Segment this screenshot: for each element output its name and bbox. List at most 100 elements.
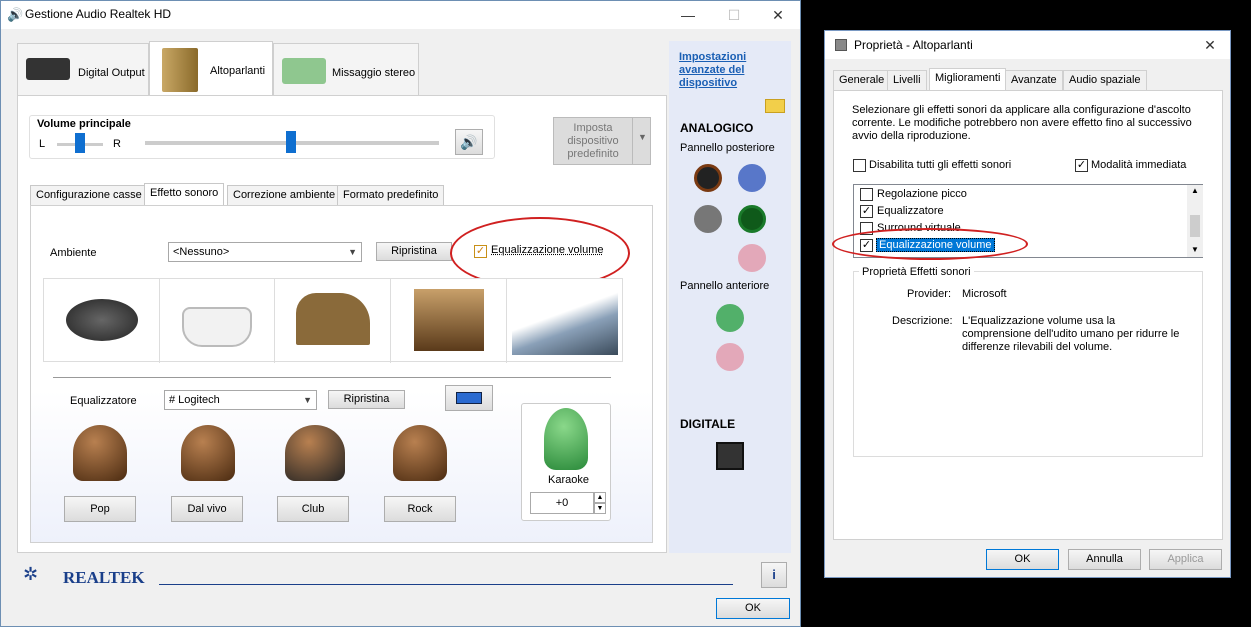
jack-rear-green[interactable]	[738, 205, 766, 233]
karaoke-value-field[interactable]: +0	[530, 492, 594, 514]
maximize-button[interactable]: ☐	[711, 1, 757, 29]
realtek-window: 🔊 Gestione Audio Realtek HD — ☐ ✕ Digita…	[0, 0, 801, 627]
ambient-select[interactable]: <Nessuno> ▼	[168, 242, 362, 262]
disable-all-checkbox[interactable]	[853, 159, 866, 172]
divider	[506, 279, 507, 363]
description-label: Descrizione:	[892, 315, 953, 327]
cancel-button[interactable]: Annulla	[1068, 549, 1141, 570]
jack-front-pink[interactable]	[716, 343, 744, 371]
jack-rear-gray[interactable]	[694, 205, 722, 233]
set-default-device-button[interactable]: Imposta dispositivo predefinito ▼	[553, 117, 651, 165]
divider	[159, 584, 733, 585]
provider-label: Provider:	[907, 288, 952, 300]
graphic-eq-button[interactable]	[445, 385, 493, 411]
effect-properties-group	[853, 271, 1203, 457]
realtek-logo: REALTEK	[63, 568, 145, 587]
scrollbar[interactable]: ▲ ▼	[1187, 185, 1203, 257]
connector-pane	[669, 41, 791, 553]
chevron-down-icon[interactable]: ▼	[1191, 245, 1199, 254]
preset-club-button[interactable]: Club	[277, 496, 349, 522]
tab-general[interactable]: Generale	[833, 70, 891, 90]
front-panel-label: Pannello anteriore	[680, 280, 770, 292]
stone-icon[interactable]	[66, 299, 138, 341]
dialog-title: Proprietà - Altoparlanti	[854, 38, 973, 52]
set-default-label: Imposta dispositivo predefinito	[567, 122, 619, 160]
karaoke-singer-icon	[544, 408, 588, 470]
tab-label: Altoparlanti	[210, 65, 266, 77]
divider	[632, 118, 633, 164]
divider	[390, 279, 391, 363]
speaker-icon: 🔊	[7, 7, 24, 22]
title-bar: Proprietà - Altoparlanti ✕	[825, 31, 1230, 59]
equalizer-label: Equalizzatore	[70, 395, 137, 407]
equalizer-select[interactable]: # Logitech ▼	[164, 390, 317, 410]
tab-room-correction[interactable]: Correzione ambiente	[227, 185, 342, 205]
rear-panel-label: Pannello posteriore	[680, 142, 775, 154]
disable-all-label: Disabilita tutti gli effetti sonori	[869, 159, 1012, 171]
description-value: L'Equalizzazione volume usa la comprensi…	[962, 315, 1180, 353]
tab-default-format[interactable]: Formato predefinito	[337, 185, 445, 205]
ok-button[interactable]: OK	[986, 549, 1059, 570]
minimize-button[interactable]: —	[665, 1, 711, 29]
scrollbar-thumb[interactable]	[1190, 215, 1200, 237]
preset-rock-button[interactable]: Rock	[384, 496, 456, 522]
balance-slider[interactable]	[75, 133, 85, 153]
apply-button[interactable]: Applica	[1149, 549, 1222, 570]
jack-front-green[interactable]	[716, 304, 744, 332]
highlight-circle	[832, 228, 1028, 260]
preset-live-button[interactable]: Dal vivo	[171, 496, 243, 522]
tab-levels[interactable]: Livelli	[887, 70, 927, 90]
bathtub-icon[interactable]	[182, 307, 252, 347]
opera-house-icon[interactable]	[512, 289, 618, 355]
tab-enhancements[interactable]: Miglioramenti	[929, 68, 1007, 91]
ambient-label: Ambiente	[50, 247, 97, 259]
ok-button[interactable]: OK	[716, 598, 790, 619]
advanced-settings-link[interactable]: Impostazioni avanzate del dispositivo	[679, 51, 765, 90]
jack-rear-blue[interactable]	[738, 164, 766, 192]
close-button[interactable]: ✕	[1187, 31, 1233, 59]
karaoke-down-button[interactable]: ▼	[594, 503, 606, 514]
immediate-mode-label: Modalità immediata	[1091, 159, 1187, 171]
auditorium-icon[interactable]	[414, 289, 484, 351]
realtek-crab-icon: ✲	[23, 564, 39, 584]
tab-advanced[interactable]: Avanzate	[1005, 70, 1063, 90]
group-title: Proprietà Effetti sonori	[859, 266, 974, 278]
folder-icon[interactable]	[765, 99, 785, 113]
intro-text: Selezionare gli effetti sonori da applic…	[852, 104, 1192, 142]
effect-checkbox[interactable]	[860, 188, 873, 201]
effect-checkbox[interactable]: ✓	[860, 205, 873, 218]
karaoke-up-button[interactable]: ▲	[594, 492, 606, 503]
close-button[interactable]: ✕	[755, 1, 801, 29]
tab-spatial-audio[interactable]: Audio spaziale	[1063, 70, 1147, 90]
tab-speakers[interactable]: Altoparlanti	[149, 41, 273, 96]
volume-slider[interactable]	[286, 131, 296, 153]
digital-heading: DIGITALE	[680, 417, 736, 431]
ambient-reset-button[interactable]: Ripristina	[376, 242, 452, 261]
chevron-down-icon[interactable]: ▼	[638, 132, 647, 142]
karaoke-label: Karaoke	[548, 474, 589, 486]
tab-digital-output[interactable]: Digital Output	[17, 43, 149, 95]
mute-button[interactable]: 🔊	[455, 129, 483, 155]
tab-stereo-mix[interactable]: Missaggio stereo	[273, 43, 419, 95]
immediate-mode-checkbox[interactable]: ✓	[1075, 159, 1088, 172]
tab-speaker-config[interactable]: Configurazione casse	[30, 185, 148, 205]
guitarist-icon	[181, 425, 235, 481]
analog-heading: ANALOGICO	[680, 121, 754, 135]
tab-sound-effects[interactable]: Effetto sonoro	[144, 183, 225, 205]
list-item[interactable]: Equalizzatore	[877, 205, 944, 217]
chevron-down-icon: ▼	[348, 247, 357, 257]
equalizer-reset-button[interactable]: Ripristina	[328, 390, 405, 409]
properties-dialog: Proprietà - Altoparlanti ✕ Generale Live…	[824, 30, 1231, 578]
info-button[interactable]: i	[761, 562, 787, 588]
jack-rear-pink[interactable]	[738, 244, 766, 272]
info-icon: i	[772, 567, 776, 582]
chevron-up-icon[interactable]: ▲	[1191, 186, 1199, 195]
jack-rear-orange[interactable]	[694, 164, 722, 192]
colosseum-icon[interactable]	[296, 293, 370, 345]
list-item[interactable]: Regolazione picco	[877, 188, 967, 200]
preset-pop-button[interactable]: Pop	[64, 496, 136, 522]
spdif-icon[interactable]	[716, 442, 744, 470]
rock-guitarist-icon	[393, 425, 447, 481]
chevron-down-icon: ▼	[303, 395, 312, 405]
window-title: Gestione Audio Realtek HD	[25, 7, 172, 21]
